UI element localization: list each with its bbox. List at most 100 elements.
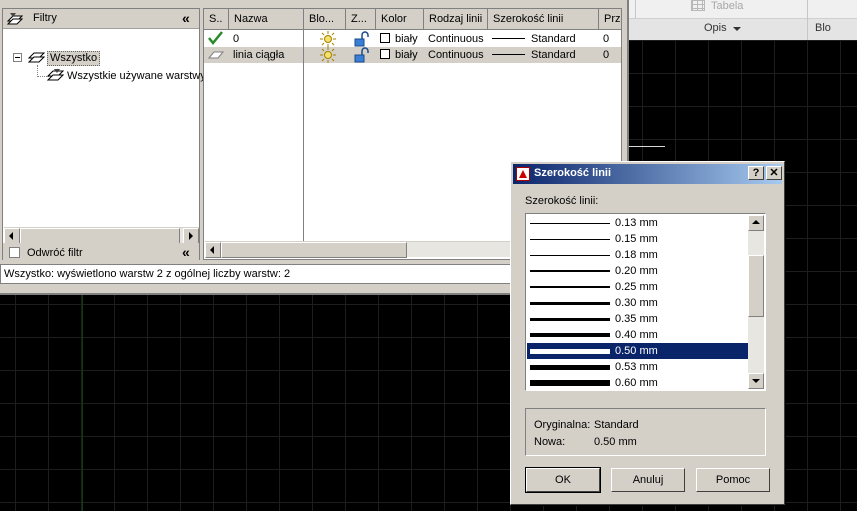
lineweight-items: 0.13 mm 0.15 mm 0.18 mm 0.20 mm 0.25 mm 0.30 … [527, 215, 749, 390]
layer-lineweight[interactable]: Standard [488, 31, 599, 47]
layer-lineweight[interactable]: Standard [488, 47, 599, 63]
filter-tree: Wszystko Wszystkie używane warstwy [3, 29, 206, 227]
lineweight-info-box: Oryginalna: Standard Nowa: 0.50 mm [525, 408, 766, 456]
lineweight-label: 0.50 mm [615, 345, 658, 357]
lineweight-sample [492, 38, 525, 39]
crosshair-horizontal [629, 146, 665, 147]
ribbon-separator [807, 0, 808, 40]
layer-color[interactable]: biały [376, 31, 424, 47]
scroll-thumb[interactable] [748, 255, 764, 317]
filter-title: Filtry [33, 12, 57, 24]
lineweight-sample [492, 54, 525, 55]
lineweight-list-label: Szerokość linii: [525, 195, 599, 207]
new-value: 0.50 mm [594, 436, 637, 448]
column-linetype[interactable]: Rodzaj linii [424, 9, 488, 30]
help-button[interactable]: ? [748, 166, 764, 180]
color-name: biały [395, 33, 418, 45]
close-button[interactable]: ✕ [766, 166, 782, 180]
cancel-button[interactable]: Anuluj [611, 468, 685, 492]
lineweight-sample [530, 349, 610, 354]
column-status[interactable]: S.. [204, 9, 229, 30]
table-icon [691, 0, 705, 11]
current-layer-check-icon [204, 31, 229, 47]
lineweight-sample [530, 286, 610, 288]
lineweight-option[interactable]: 0.35 mm [527, 311, 749, 327]
lineweight-list[interactable]: 0.13 mm 0.15 mm 0.18 mm 0.20 mm 0.25 mm 0.30 … [525, 213, 766, 391]
unlock-icon[interactable] [349, 47, 371, 63]
annotation-panel-label[interactable]: Opis [704, 22, 727, 34]
lineweight-option[interactable]: 0.60 mm [527, 375, 749, 390]
table-button-label[interactable]: Tabela [711, 0, 743, 12]
scroll-left-icon[interactable] [205, 242, 221, 258]
original-label: Oryginalna: [534, 419, 591, 431]
layer-stack-icon [28, 52, 45, 63]
lineweight-label: 0.13 mm [615, 217, 658, 229]
lineweight-sample [530, 239, 610, 240]
filter-footer: Odwróć filtr « [3, 243, 199, 263]
ok-button[interactable]: OK [525, 467, 601, 493]
collapse-filter-footer-icon[interactable]: « [182, 244, 190, 260]
lineweight-sample [530, 255, 610, 256]
filter-horizontal-scrollbar[interactable] [4, 227, 199, 244]
layer-linetype[interactable]: Continuous [424, 47, 488, 63]
help-text-button[interactable]: Pomoc [696, 468, 770, 492]
column-transparency[interactable]: Prz [599, 9, 621, 30]
tree-collapse-toggle[interactable] [13, 53, 22, 62]
lineweight-value: Standard [531, 49, 576, 61]
layer-row[interactable]: linia ciągła biały Continuous Standard 0 [204, 47, 621, 63]
lineweight-sample [530, 302, 610, 305]
color-swatch [380, 49, 390, 59]
tree-item-used-layers[interactable]: Wszystkie używane warstwy [67, 69, 206, 84]
layer-filter-icon [47, 69, 64, 81]
lineweight-sample [530, 223, 610, 224]
scroll-thumb[interactable] [221, 242, 407, 258]
lineweight-option[interactable]: 0.15 mm [527, 231, 749, 247]
lineweight-sample [530, 333, 610, 337]
lineweight-dialog: Szerokość linii ? ✕ Szerokość linii: 0.1… [510, 161, 785, 505]
layer-name[interactable]: linia ciągła [229, 47, 304, 63]
sun-icon[interactable] [316, 47, 336, 63]
lineweight-option[interactable]: 0.50 mm [527, 343, 749, 359]
lineweight-option[interactable]: 0.53 mm [527, 359, 749, 375]
scroll-down-icon[interactable] [748, 373, 764, 389]
scroll-thumb[interactable] [20, 228, 180, 244]
lineweight-option[interactable]: 0.13 mm [527, 215, 749, 231]
layer-list-header: S.. Nazwa Blo... Z... Kolor Rodzaj linii… [204, 9, 621, 30]
scroll-left-icon[interactable] [4, 228, 20, 244]
layer-color[interactable]: biały [376, 47, 424, 63]
layer-transparency[interactable]: 0 [599, 47, 621, 63]
column-color[interactable]: Kolor [376, 9, 424, 30]
scroll-up-icon[interactable] [748, 215, 764, 231]
lineweight-sample [530, 365, 610, 370]
lineweight-label: 0.25 mm [615, 281, 658, 293]
column-lock[interactable]: Blo... [304, 9, 346, 30]
lineweight-option[interactable]: 0.20 mm [527, 263, 749, 279]
layer-name[interactable]: 0 [229, 31, 304, 47]
unlock-icon[interactable] [349, 31, 371, 47]
lineweight-label: 0.30 mm [615, 297, 658, 309]
lineweight-option[interactable]: 0.18 mm [527, 247, 749, 263]
lineweight-option[interactable]: 0.40 mm [527, 327, 749, 343]
layer-linetype[interactable]: Continuous [424, 31, 488, 47]
invert-filter-label[interactable]: Odwróć filtr [27, 247, 83, 259]
sun-icon[interactable] [316, 31, 336, 47]
layer-transparency[interactable]: 0 [599, 31, 621, 47]
layer-row[interactable]: 0 biały Continuous Standard 0 [204, 31, 621, 47]
invert-filter-checkbox[interactable] [9, 247, 20, 258]
tree-item-all[interactable]: Wszystko [47, 51, 101, 66]
layer-status-icon [204, 47, 229, 63]
lineweight-label: 0.15 mm [615, 233, 658, 245]
lineweight-option[interactable]: 0.30 mm [527, 295, 749, 311]
collapse-filter-icon[interactable]: « [182, 10, 190, 26]
lineweight-option[interactable]: 0.25 mm [527, 279, 749, 295]
column-lineweight[interactable]: Szerokość linii [488, 9, 599, 30]
column-name[interactable]: Nazwa [229, 9, 304, 30]
scroll-right-icon[interactable] [183, 228, 199, 244]
dialog-title-bar[interactable]: Szerokość linii ? ✕ [513, 164, 782, 184]
y-axis-line [82, 292, 83, 511]
column-freeze[interactable]: Z... [346, 9, 376, 30]
chevron-down-icon[interactable] [733, 27, 741, 31]
filter-icon [7, 13, 23, 25]
lineweight-vertical-scrollbar[interactable] [748, 215, 764, 389]
block-panel-label[interactable]: Blo [815, 22, 831, 34]
